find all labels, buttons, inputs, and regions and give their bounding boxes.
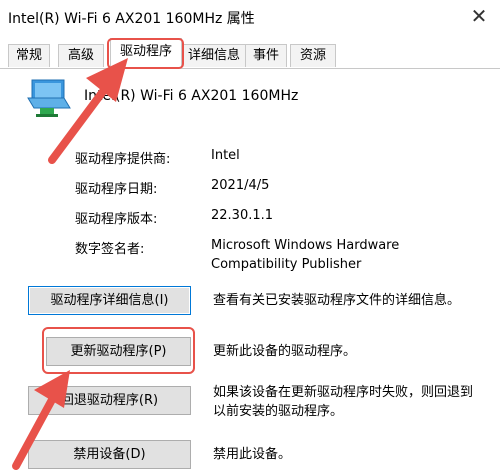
tab-resources[interactable]: 资源 — [290, 44, 336, 67]
signer-label: 数字签名者: — [75, 242, 145, 257]
annotation-highlight-update — [42, 327, 195, 374]
driver-details-button[interactable]: 驱动程序详细信息(I) — [28, 286, 191, 315]
disable-device-desc: 禁用此设备。 — [213, 447, 292, 462]
update-driver-desc: 更新此设备的驱动程序。 — [213, 344, 357, 359]
close-icon[interactable]: ✕ — [466, 5, 492, 27]
date-label: 驱动程序日期: — [75, 182, 158, 197]
tab-details[interactable]: 详细信息 — [181, 44, 247, 67]
tab-events[interactable]: 事件 — [245, 44, 287, 67]
annotation-arrow-up — [48, 58, 128, 164]
driver-details-desc: 查看有关已安装驱动程序文件的详细信息。 — [213, 293, 461, 308]
title-bar: Intel(R) Wi-Fi 6 AX201 160MHz 属性 ✕ — [0, 0, 500, 32]
signer-value: Microsoft Windows Hardware Compatibility… — [211, 238, 400, 272]
provider-value: Intel — [211, 148, 240, 163]
date-value: 2021/4/5 — [211, 178, 270, 193]
version-label: 驱动程序版本: — [75, 212, 158, 227]
rollback-driver-desc: 如果该设备在更新驱动程序时失败，则回退到以前安装的驱动程序。 — [213, 385, 474, 419]
window-title: Intel(R) Wi-Fi 6 AX201 160MHz 属性 — [8, 11, 255, 27]
version-value: 22.30.1.1 — [211, 208, 274, 223]
annotation-arrow-up-left — [12, 370, 70, 470]
